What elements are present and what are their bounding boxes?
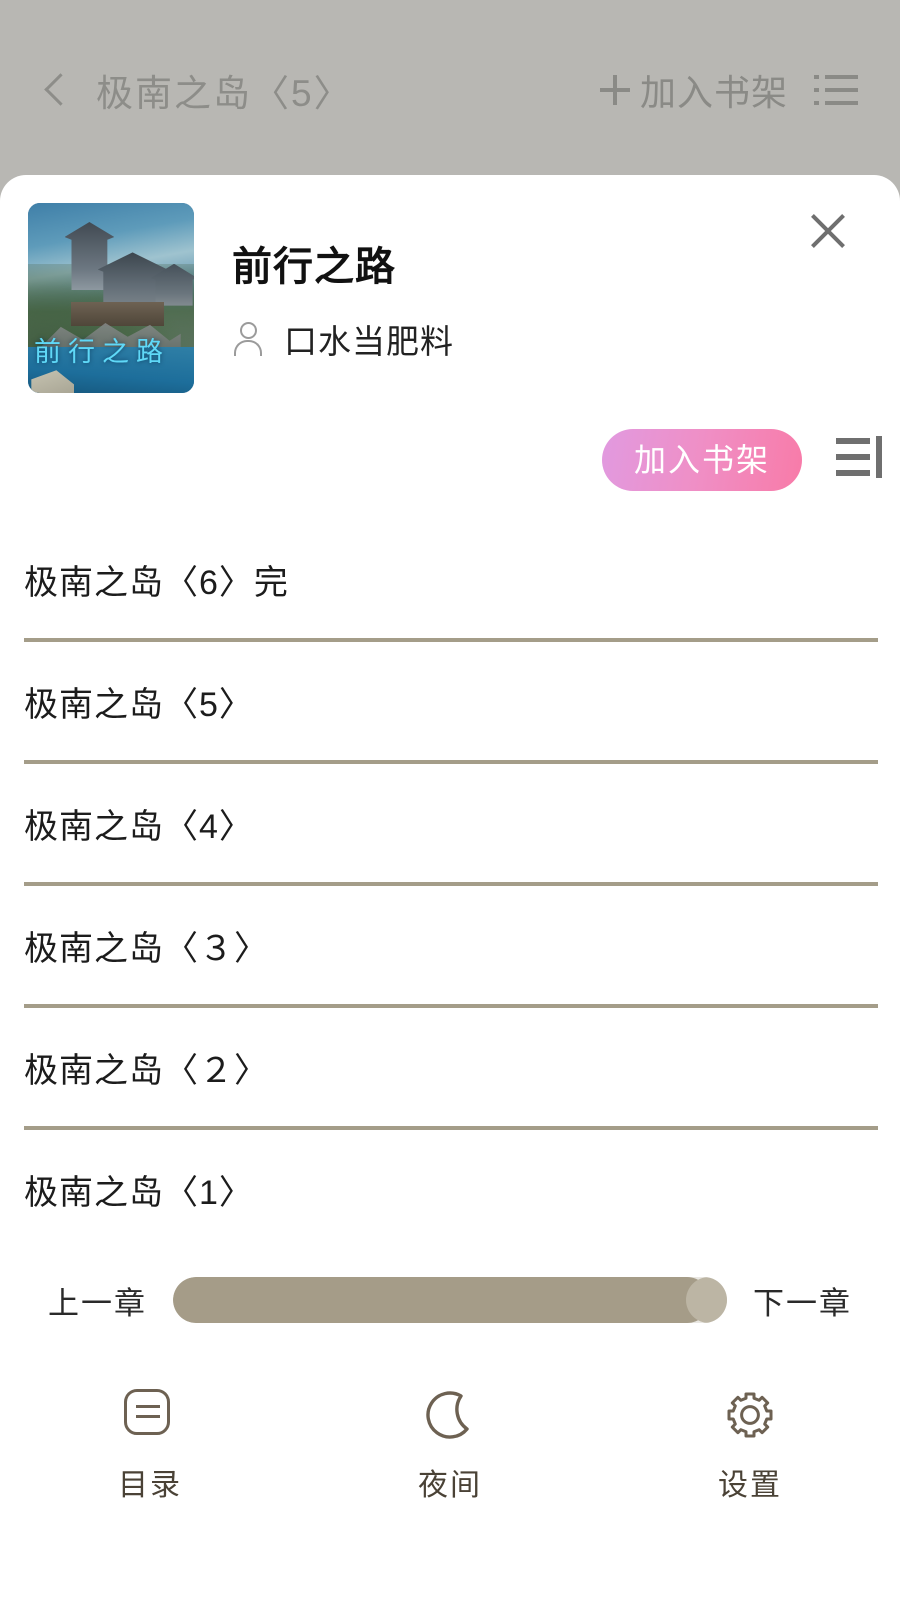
book-author: 口水当肥料 <box>284 323 454 360</box>
chapter-list-item[interactable]: 极南之岛〈6〉完 <box>24 520 878 642</box>
chapter-list-item[interactable]: 极南之岛〈4〉 <box>24 764 878 886</box>
chapter-list-item[interactable]: 极南之岛〈5〉 <box>24 642 878 764</box>
plus-icon[interactable] <box>599 75 630 105</box>
bottom-toolbar: 目录 夜间 设置 <box>0 1360 900 1550</box>
reader-chapter-title: 极南之岛〈5〉 <box>96 73 353 114</box>
chapter-title: 极南之岛〈6〉完 <box>24 563 289 602</box>
chevron-left-icon[interactable] <box>40 68 70 112</box>
book-author-row: 口水当肥料 <box>232 315 454 363</box>
reading-progress-slider[interactable] <box>173 1277 727 1323</box>
progress-fill <box>173 1277 711 1323</box>
next-chapter-button[interactable]: 下一章 <box>753 1278 852 1323</box>
reader-header: 极南之岛〈5〉 加入书架 <box>0 0 900 180</box>
chapter-title: 极南之岛〈5〉 <box>24 685 254 724</box>
reader-header-left: 极南之岛〈5〉 <box>40 63 600 117</box>
progress-thumb[interactable] <box>686 1277 727 1323</box>
chapter-title: 极南之岛〈３〉 <box>24 929 269 968</box>
book-meta: 前行之路 口水当肥料 <box>194 203 454 400</box>
action-row: 加入书架 <box>0 400 900 520</box>
book-title: 前行之路 <box>232 245 396 289</box>
list-menu-icon[interactable] <box>814 73 858 107</box>
toolbar-item-catalog[interactable]: 目录 <box>0 1386 300 1504</box>
reader-header-right: 加入书架 <box>599 64 858 116</box>
chapter-list-item[interactable]: 极南之岛〈1〉 <box>24 1130 878 1240</box>
chapter-list[interactable]: 极南之岛〈6〉完 极南之岛〈5〉 极南之岛〈4〉 极南之岛〈３〉 极南之岛〈２〉… <box>0 520 900 1240</box>
toolbar-label-settings: 设置 <box>718 1469 782 1502</box>
header-add-to-shelf-label[interactable]: 加入书架 <box>640 64 788 116</box>
toolbar-item-night[interactable]: 夜间 <box>300 1386 600 1504</box>
chapter-list-item[interactable]: 极南之岛〈２〉 <box>24 1008 878 1130</box>
chapter-list-item[interactable]: 极南之岛〈３〉 <box>24 886 878 1008</box>
toolbar-label-night: 夜间 <box>418 1469 482 1502</box>
prev-chapter-button[interactable]: 上一章 <box>48 1278 147 1323</box>
chapter-navigation: 上一章 下一章 <box>0 1240 900 1360</box>
gear-icon <box>721 1386 779 1444</box>
toolbar-label-catalog: 目录 <box>118 1469 182 1502</box>
chapter-title: 极南之岛〈1〉 <box>24 1173 254 1212</box>
chapter-title: 极南之岛〈２〉 <box>24 1051 269 1090</box>
chapter-title: 极南之岛〈4〉 <box>24 807 254 846</box>
catalog-icon <box>121 1386 179 1444</box>
person-icon <box>232 321 264 357</box>
book-info-header: 前行之路 前行之路 口水当肥料 <box>0 175 900 400</box>
moon-icon <box>421 1386 479 1444</box>
sort-order-icon[interactable] <box>836 432 898 488</box>
catalog-sheet: 前行之路 前行之路 口水当肥料 加入书架 极南之岛〈6〉完 极南之岛〈5〉 极南… <box>0 175 900 1600</box>
close-icon[interactable] <box>800 203 856 259</box>
add-to-shelf-button[interactable]: 加入书架 <box>601 429 802 491</box>
cover-deck <box>71 301 165 327</box>
book-cover-image: 前行之路 <box>28 203 194 393</box>
toolbar-item-settings[interactable]: 设置 <box>600 1386 900 1504</box>
cover-title-text: 前行之路 <box>34 337 170 367</box>
